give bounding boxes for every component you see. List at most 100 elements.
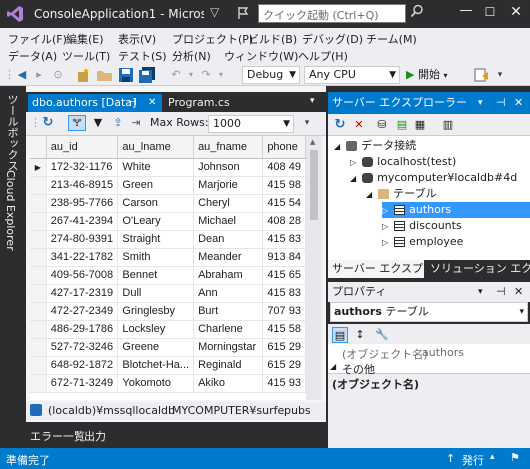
refresh-icon[interactable]: ↻ <box>332 117 348 133</box>
table-cell[interactable]: 415 58 <box>262 320 306 339</box>
row-selector[interactable] <box>30 248 47 267</box>
tree-node[interactable]: ◢ テーブル <box>366 186 530 202</box>
table-cell[interactable]: Johnson <box>193 158 264 177</box>
table-cell[interactable]: Smith <box>117 248 195 267</box>
open-folder-icon[interactable] <box>96 67 114 83</box>
table-cell[interactable]: 486-29-1786 <box>46 320 119 339</box>
output-tab[interactable]: 出力 <box>84 428 106 444</box>
tab-authors-data[interactable]: dbo.authors [Data] ⊣ ✕ <box>28 94 162 112</box>
table-cell[interactable]: 408 49 <box>262 158 306 177</box>
table-row[interactable]: 213-46-8915 Green Marjorie 415 98 <box>30 176 306 195</box>
grid-vertical-scrollbar[interactable]: ▲ <box>306 136 322 400</box>
menu-help[interactable]: ヘルプ(H) <box>298 48 348 64</box>
table-cell[interactable]: 615 29 <box>262 356 306 375</box>
close-icon[interactable]: ✕ <box>148 94 156 112</box>
tab-solution-explorer[interactable]: ソリューション エクス... <box>426 260 530 278</box>
table-cell[interactable]: 172-32-1176 <box>46 158 119 177</box>
table-cell[interactable]: Bennet <box>117 266 195 285</box>
table-cell[interactable]: 415 83 <box>262 230 306 249</box>
cloud-explorer-tab[interactable]: Cloud Explorer <box>4 170 17 251</box>
filter-icon[interactable]: ▽ <box>210 5 219 19</box>
table-cell[interactable]: 527-72-3246 <box>46 338 119 357</box>
pin-icon[interactable]: ⊣ <box>496 282 506 302</box>
row-selector[interactable] <box>30 212 47 231</box>
tree-expander-icon[interactable]: ▷ <box>382 222 388 231</box>
menu-edit[interactable]: 編集(E) <box>66 31 104 47</box>
tab-list-dropdown-icon[interactable]: ▾ <box>310 96 315 106</box>
close-icon[interactable]: ✕ <box>514 282 523 302</box>
table-cell[interactable]: 267-41-2394 <box>46 212 119 231</box>
minimize-button[interactable]: — <box>456 3 476 21</box>
refresh-icon[interactable]: ↻ <box>40 115 56 131</box>
table-cell[interactable]: 707 93 <box>262 302 306 321</box>
tree-node[interactable]: ▷ employee <box>382 234 530 250</box>
menu-tools[interactable]: ツール(T) <box>62 48 110 64</box>
table-cell[interactable]: 213-46-8915 <box>46 176 119 195</box>
toolbar-options-icon[interactable]: ▾ <box>494 67 506 83</box>
table-row[interactable]: 341-22-1782 Smith Meander 913 84 <box>30 248 306 267</box>
menu-project[interactable]: プロジェクト(P) <box>172 31 253 47</box>
table-cell[interactable]: Burt <box>193 302 264 321</box>
categorized-icon[interactable]: ▤ <box>332 327 348 343</box>
table-row[interactable]: 672-71-3249 Yokomoto Akiko 415 93 <box>30 374 306 393</box>
tree-expander-icon[interactable]: ▷ <box>382 238 388 247</box>
table-cell[interactable]: Morningstar <box>193 338 264 357</box>
table-cell[interactable]: 415 98 <box>262 176 306 195</box>
undo-dropdown-icon[interactable]: ▾ <box>186 67 196 83</box>
tab-server-explorer[interactable]: サーバー エクスプロー... <box>328 260 424 278</box>
row-selector[interactable] <box>30 230 47 249</box>
pin-icon[interactable]: ⊣ <box>496 92 506 114</box>
scroll-thumb[interactable] <box>310 150 318 220</box>
notification-icon[interactable]: ⚑ <box>510 451 520 464</box>
menu-analyze[interactable]: 分析(N) <box>172 48 211 64</box>
table-cell[interactable]: Ann <box>193 284 264 303</box>
quick-launch-input[interactable]: クイック起動 (Ctrl+Q) <box>258 4 406 23</box>
table-cell[interactable]: Yokomoto <box>117 374 195 393</box>
table-cell[interactable]: 408 28 <box>262 212 306 231</box>
undo-icon[interactable]: ↶ <box>168 67 184 83</box>
row-selector[interactable] <box>30 194 47 213</box>
toolbox-tab[interactable]: ツールボックス <box>4 94 20 171</box>
table-row[interactable]: 486-29-1786 Locksley Charlene 415 58 <box>30 320 306 339</box>
menu-test[interactable]: テスト(S) <box>118 48 167 64</box>
properties-object-select[interactable]: authors テーブル ▾ <box>330 302 528 322</box>
search-icon[interactable] <box>410 4 424 18</box>
table-row[interactable]: 527-72-3246 Greene Morningstar 615 29 <box>30 338 306 357</box>
table-cell[interactable]: 415 54 <box>262 194 306 213</box>
back-icon[interactable]: ◀ <box>14 67 30 83</box>
menu-window[interactable]: ウィンドウ(W) <box>224 48 298 64</box>
tree-expander-icon[interactable]: ▷ <box>350 158 356 167</box>
script-icon[interactable]: ⇪ <box>110 115 126 131</box>
filter-sort-icon[interactable]: 🝖 <box>68 115 86 131</box>
table-row[interactable]: 409-56-7008 Bennet Abraham 415 65 <box>30 266 306 285</box>
table-cell[interactable]: Dean <box>193 230 264 249</box>
table-cell[interactable]: Charlene <box>193 320 264 339</box>
table-row[interactable]: 274-80-9391 Straight Dean 415 83 <box>30 230 306 249</box>
export-icon[interactable]: ⇥ <box>128 115 144 131</box>
max-rows-select[interactable]: 1000 ▼ <box>208 115 294 133</box>
table-cell[interactable]: Blotchet-Ha... <box>117 356 195 375</box>
table-cell[interactable]: Akiko <box>193 374 264 393</box>
table-cell[interactable]: 913 84 <box>262 248 306 267</box>
platform-select[interactable]: Any CPU ▼ <box>304 66 400 84</box>
column-header[interactable]: phone <box>262 136 306 159</box>
tree-expander-icon[interactable]: ▷ <box>382 206 388 215</box>
table-cell[interactable]: 648-92-1872 <box>46 356 119 375</box>
table-cell[interactable]: O'Leary <box>117 212 195 231</box>
tree-expander-icon[interactable]: ◢ <box>366 190 372 199</box>
row-selector[interactable] <box>30 176 47 195</box>
table-row[interactable]: 267-41-2394 O'Leary Michael 408 28 <box>30 212 306 231</box>
properties-icon[interactable]: ▥ <box>440 117 456 133</box>
column-header[interactable]: au_lname <box>117 136 195 159</box>
tab-program-cs[interactable]: Program.cs <box>166 94 230 112</box>
error-list-tab[interactable]: エラー一覧 <box>30 428 85 444</box>
table-row[interactable]: 472-27-2349 Gringlesby Burt 707 93 <box>30 302 306 321</box>
column-header[interactable]: au_fname <box>193 136 264 159</box>
menu-team[interactable]: チーム(M) <box>366 31 417 47</box>
tree-node[interactable]: ▷ discounts <box>382 218 530 234</box>
table-cell[interactable]: Cheryl <box>193 194 264 213</box>
expand-icon[interactable]: ◢ <box>330 362 336 371</box>
connect-database-icon[interactable]: ⛁ <box>374 117 390 133</box>
table-cell[interactable]: Greene <box>117 338 195 357</box>
tree-node[interactable]: ▷ authors <box>382 202 530 218</box>
